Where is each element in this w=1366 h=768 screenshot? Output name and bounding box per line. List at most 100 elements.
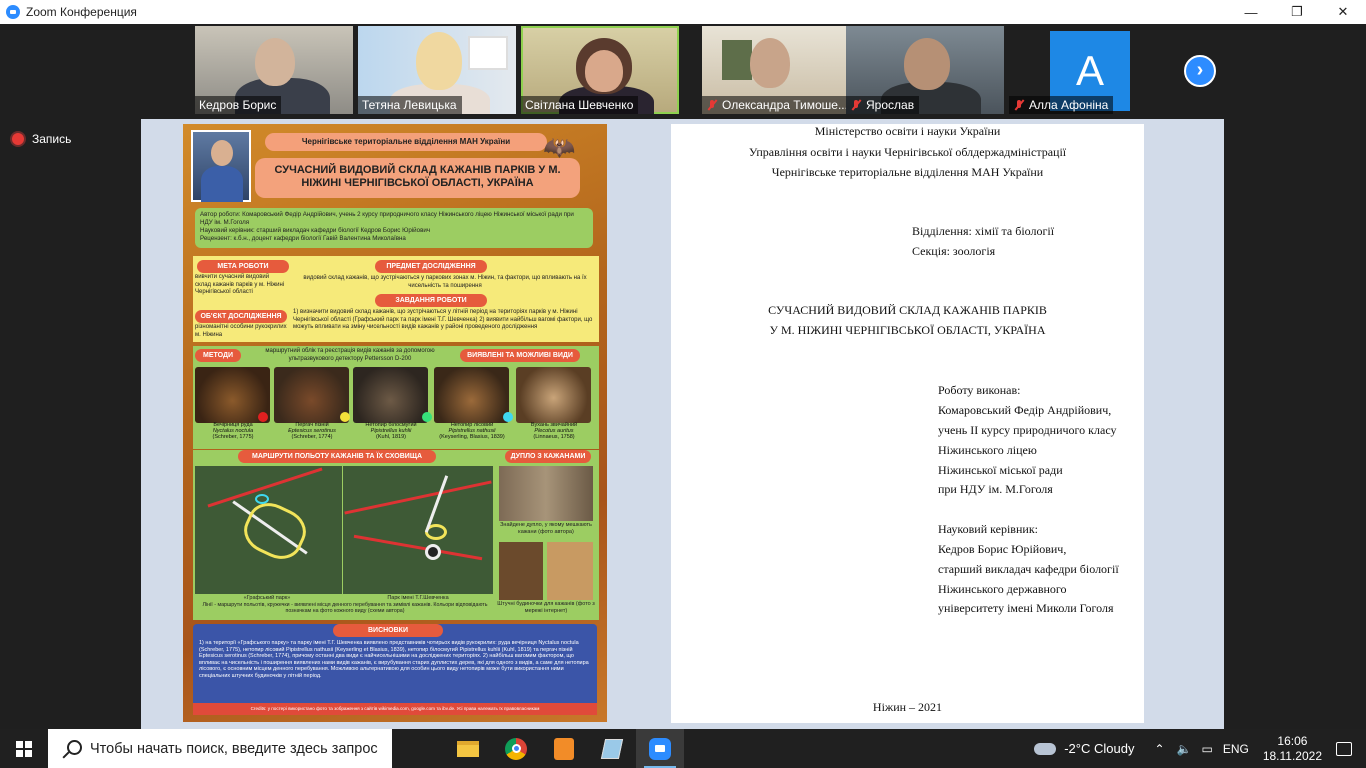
author-photo — [191, 130, 251, 202]
tasks-label: ЗАВДАННЯ РОБОТИ — [375, 294, 487, 307]
doc-header-1: Міністерство освіти і науки України — [814, 124, 1001, 138]
bat-photo-2 — [274, 367, 349, 423]
methods-text: маршрутний облік та реєстрація видів каж… — [265, 348, 435, 362]
chevron-up-icon[interactable]: ⌃ — [1154, 742, 1164, 756]
mic-muted-icon — [706, 99, 718, 111]
hollow-photo — [499, 466, 593, 521]
species-caption: Пергач пізній Eptesicus serotinus (Schrebe… — [288, 422, 336, 441]
participant-tile[interactable]: Олександра Тимоше... — [702, 26, 860, 114]
species-label: ВИЯВЛЕНІ ТА МОЖЛИВІ ВИДИ — [460, 349, 580, 362]
doc-department: Відділення: хімії та біології — [912, 224, 1055, 238]
credits: Credits: у постері використано фото та з… — [193, 703, 597, 715]
doc-section: Секція: зоологія — [912, 244, 996, 258]
conclusions-text: 1) на території «Графського парку» та па… — [199, 640, 589, 679]
participant-tile[interactable]: Кедров Борис — [195, 26, 353, 114]
conclusions-box: 1) на території «Графського парку» та па… — [193, 624, 597, 714]
bat-box-photo — [547, 542, 593, 600]
volume-icon[interactable]: 🔈 — [1177, 742, 1192, 756]
species-caption: Вечірниця руда Nyctalus noctula (Schreber,… — [212, 422, 254, 441]
cloud-icon — [1034, 742, 1057, 755]
map-caption-1: «Графський парк» — [243, 595, 291, 601]
doc-author-line: Ніжинського ліцею — [938, 443, 1037, 457]
bat-photo-5 — [516, 367, 591, 423]
clock-time: 16:06 — [1277, 733, 1308, 748]
maximize-button[interactable]: ❐ — [1274, 0, 1320, 24]
species-marker — [258, 412, 268, 422]
doc-author-line: Ніжинської міської ради — [938, 463, 1063, 477]
search-box[interactable]: Чтобы начать поиск, введите здесь запрос — [48, 729, 392, 768]
goal-text: вивчити сучасний видовий склад кажанів п… — [195, 274, 285, 295]
close-button[interactable]: ✕ — [1320, 0, 1366, 24]
object-text: різноманітні особини рукокрилих м. Ніжин… — [195, 324, 287, 338]
authors-text: Автор роботи: Комаровський Федір Андрійо… — [200, 211, 574, 226]
zoom-taskbar-icon[interactable] — [636, 729, 684, 768]
doc-supervisor-line: старший викладач кафедри біології — [938, 562, 1119, 576]
map-shevchenko-park — [343, 466, 493, 594]
participant-name: Світлана Шевченко — [525, 98, 634, 112]
map-legend: Лінії - маршрути польотів, кружечки - ви… — [202, 602, 488, 615]
doc-supervisor-line: Кедров Борис Юрійович, — [938, 542, 1067, 556]
species-caption: Нетопир білосмугий Pipistrellus kuhlii (Ku… — [365, 422, 417, 441]
poster: Чернігівське територіальне відділення МА… — [183, 124, 607, 722]
species-marker — [503, 412, 513, 422]
tasks-text: 1) визначити видовий склад кажанів, що з… — [293, 309, 593, 330]
doc-supervisor-line: університету імені Миколи Гоголя — [938, 601, 1114, 615]
hollow-caption: Знайдене дупло, у якому мешкають кажани … — [500, 522, 592, 535]
doc-author-line: учень ІІ курсу природничого класу — [938, 423, 1117, 437]
subject-label: ПРЕДМЕТ ДОСЛІДЖЕННЯ — [375, 260, 487, 273]
document-page: Міністерство освіти і науки України Упра… — [671, 124, 1144, 723]
participant-tile[interactable]: A Алла Афоніна — [1009, 26, 1167, 114]
clock[interactable]: 16:06 18.11.2022 — [1263, 734, 1322, 764]
bat-box-photo — [499, 542, 543, 600]
chrome-icon[interactable] — [492, 729, 540, 768]
subject-text: видовий склад кажанів, що зустрічаються … — [303, 275, 587, 289]
species-caption: Вухань звичайний Plecotus auritus (Linnaeu… — [530, 422, 578, 441]
boxes-caption: Штучні будиночки для кажанів (фото з мер… — [497, 601, 595, 614]
participant-tile[interactable]: Тетяна Левицька — [358, 26, 516, 114]
next-page-button[interactable]: › — [1184, 55, 1216, 87]
participant-name: Ярослав — [866, 98, 915, 112]
conclusions-label: ВИСНОВКИ — [333, 624, 443, 637]
participant-name: Олександра Тимоше... — [722, 98, 848, 112]
participant-tile-active[interactable]: Світлана Шевченко — [521, 26, 679, 114]
participant-name: Кедров Борис — [199, 98, 277, 112]
zoom-icon — [6, 5, 20, 19]
clock-date: 18.11.2022 — [1262, 748, 1322, 763]
doc-footer: Ніжин – 2021 — [872, 700, 943, 714]
search-icon — [62, 739, 82, 758]
pdf-editor-icon[interactable] — [540, 729, 588, 768]
minimize-button[interactable]: — — [1228, 0, 1274, 24]
reviewer-text: Рецензент: к.б.н., доцент кафедри біолог… — [200, 235, 406, 242]
participants-strip: Кедров Борис Тетяна Левицька Світлана Ше… — [0, 24, 1366, 118]
participant-tile[interactable]: Ярослав — [846, 26, 1004, 114]
network-icon[interactable]: ▭ — [1201, 742, 1212, 756]
mic-muted-icon — [850, 99, 862, 111]
doc-supervisor-line: Науковий керівник: — [938, 522, 1038, 536]
weather-text[interactable]: -2°C Cloudy — [1064, 741, 1134, 756]
doc-author-line: при НДУ ім. М.Гоголя — [938, 482, 1053, 496]
species-marker — [422, 412, 432, 422]
search-placeholder: Чтобы начать поиск, введите здесь запрос — [90, 740, 378, 757]
bat-photo-4 — [434, 367, 509, 423]
bat-photo-3 — [353, 367, 428, 423]
methods-label: МЕТОДИ — [195, 349, 241, 362]
language-indicator[interactable]: ENG — [1223, 742, 1249, 756]
file-explorer-icon[interactable] — [444, 729, 492, 768]
map-caption-2: Парк імені Т.Г.Шевченка — [387, 595, 449, 601]
participant-name: Тетяна Левицька — [362, 98, 457, 112]
map-grafsky-park — [195, 466, 342, 594]
doc-title-2: У М. НІЖИНІ ЧЕРНІГІВСЬКОЇ ОБЛАСТІ, УКРАЇ… — [769, 323, 1046, 337]
species-marker — [340, 412, 350, 422]
mic-muted-icon — [1013, 99, 1025, 111]
doc-header-3: Чернігівське територіальне відділення МА… — [771, 165, 1044, 179]
recording-indicator[interactable]: Запись — [12, 132, 71, 146]
notes-app-icon[interactable] — [588, 729, 636, 768]
window-title: Zoom Конференция — [26, 5, 137, 19]
poster-title: СУЧАСНИЙ ВИДОВИЙ СКЛАД КАЖАНІВ ПАРКІВ У … — [255, 158, 580, 198]
doc-author-line: Комаровський Федір Андрійович, — [938, 403, 1112, 417]
notifications-icon[interactable] — [1336, 741, 1352, 756]
org-banner: Чернігівське територіальне відділення МА… — [265, 133, 547, 151]
windows-icon — [16, 740, 32, 757]
start-button[interactable] — [0, 729, 48, 768]
doc-author-line: Роботу виконав: — [938, 383, 1021, 397]
